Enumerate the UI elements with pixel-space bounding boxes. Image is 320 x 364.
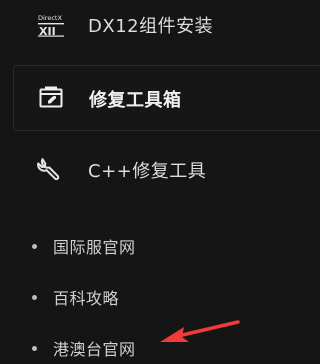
- link-label: 百科攻略: [53, 289, 120, 308]
- toolbox-icon: [39, 86, 63, 108]
- sidebar-menu: DirectX XII DX12组件安装 修复工具箱 C++修复工具 国际服官网…: [0, 0, 320, 364]
- link-international-site[interactable]: 国际服官网: [32, 234, 136, 258]
- red-arrow-icon: [160, 320, 240, 342]
- directx-icon: DirectX XII: [37, 13, 65, 38]
- wrench-icon: [37, 157, 61, 181]
- bullet-icon: [32, 294, 37, 300]
- svg-text:XII: XII: [39, 25, 56, 37]
- menu-item-cpp-repair[interactable]: C++修复工具: [0, 148, 310, 190]
- link-wiki-guides[interactable]: 百科攻略: [32, 285, 119, 309]
- link-label: 港澳台官网: [53, 340, 136, 359]
- menu-item-label: DX12组件安装: [88, 16, 214, 37]
- link-label: 国际服官网: [53, 238, 136, 257]
- menu-item-dx12-install[interactable]: DirectX XII DX12组件安装: [0, 4, 310, 44]
- bullet-icon: [32, 243, 37, 249]
- menu-item-repair-toolbox[interactable]: 修复工具箱: [13, 65, 320, 131]
- link-hk-macau-taiwan-site[interactable]: 港澳台官网: [32, 336, 136, 360]
- bullet-icon: [32, 345, 37, 351]
- menu-item-label: C++修复工具: [88, 161, 207, 182]
- menu-item-label: 修复工具箱: [89, 90, 182, 111]
- svg-text:DirectX: DirectX: [38, 14, 62, 22]
